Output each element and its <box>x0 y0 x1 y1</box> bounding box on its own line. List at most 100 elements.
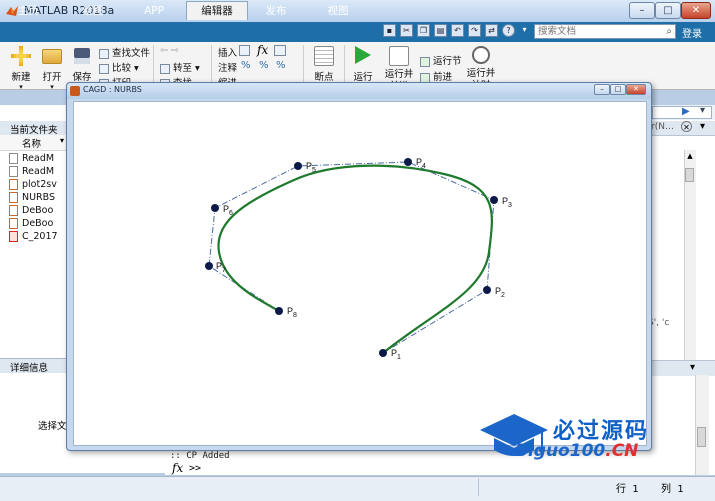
watermark-domain: Biguo100.CN <box>515 441 638 461</box>
panel-menu-icon[interactable]: ▾ <box>690 362 695 373</box>
open-dropdown-icon[interactable]: ▾ <box>37 83 67 91</box>
copy-icon[interactable]: ❐ <box>417 24 430 37</box>
list-item[interactable]: ReadM <box>22 166 54 178</box>
figure-minimize-button[interactable]: – <box>594 84 610 95</box>
control-point[interactable] <box>490 196 498 204</box>
minimize-button[interactable]: – <box>629 2 655 19</box>
sort-arrow-icon[interactable]: ▾ <box>60 136 64 145</box>
close-button[interactable]: ✕ <box>681 2 711 19</box>
compare-label: 比较 <box>112 63 132 74</box>
point-label-5: P5 <box>306 161 316 174</box>
run-section-button[interactable]: 运行节 <box>420 53 462 67</box>
point-labels: P1 P2 P3 P4 P5 P6 P7 P8 <box>216 157 512 361</box>
tab-publish[interactable]: 发布 <box>258 2 294 20</box>
comment-percent-icon[interactable]: % <box>241 60 251 71</box>
wrap-comments-icon[interactable]: % <box>276 60 286 71</box>
command-prompt[interactable]: >> <box>189 463 201 474</box>
m-file-icon <box>9 192 18 203</box>
fx-icon[interactable]: fx <box>172 461 183 475</box>
scrollbar-thumb[interactable] <box>685 168 694 182</box>
column-header: 名称 ▾ <box>0 135 72 151</box>
undo-icon[interactable]: ↶ <box>451 24 464 37</box>
find-files-icon <box>99 48 109 59</box>
new-button[interactable]: 新建 ▾ <box>6 46 36 91</box>
list-item[interactable]: DeBoo <box>22 218 53 230</box>
ribbon-separator <box>303 45 304 85</box>
control-point[interactable] <box>205 262 213 270</box>
path-go-icon[interactable]: ▶ <box>682 106 690 117</box>
tab-apps[interactable]: APP <box>136 2 172 20</box>
help-icon[interactable]: ? <box>502 24 515 37</box>
row-value: 1 <box>632 484 639 495</box>
point-label-3: P3 <box>502 196 512 209</box>
paste-icon[interactable]: ▤ <box>434 24 447 37</box>
goto-button[interactable]: 转至 ▾ <box>160 60 200 74</box>
search-box[interactable]: ⌕ <box>534 24 676 39</box>
breakpoints-button[interactable]: 断点 <box>308 46 340 83</box>
run-section-label: 运行节 <box>433 56 462 67</box>
nav-back-button[interactable]: ⇦ ⇨ <box>160 45 179 56</box>
path-dropdown-icon[interactable]: ▾ <box>700 105 705 116</box>
tab-plots[interactable]: 绘图 <box>75 2 111 20</box>
panel-close-icon[interactable]: ✕ <box>681 121 692 132</box>
row-label: 行 <box>616 484 626 495</box>
figure-maximize-button[interactable]: □ <box>610 84 626 95</box>
uncomment-icon[interactable]: % <box>259 60 269 71</box>
figure-close-button[interactable]: ✕ <box>626 84 646 95</box>
insert-function-icon[interactable] <box>274 45 286 56</box>
run-advance-button[interactable]: 运行并前进 <box>383 46 415 86</box>
ribbon-separator <box>344 45 345 85</box>
redo-icon[interactable]: ↷ <box>468 24 481 37</box>
pdf-file-icon <box>9 231 18 242</box>
control-point[interactable] <box>294 162 302 170</box>
switch-windows-icon[interactable]: ⇄ <box>485 24 498 37</box>
figure-window[interactable]: CAGD : NURBS – □ ✕ P1 P2 P3 P4 P5 P6 P7 … <box>66 82 652 451</box>
scrollbar[interactable] <box>695 375 709 475</box>
run-time-button[interactable]: 运行并计时 <box>465 46 497 86</box>
figure-title-bar[interactable]: CAGD : NURBS – □ ✕ <box>67 83 651 99</box>
tab-home[interactable]: 主页 <box>10 2 46 20</box>
nurbs-plot[interactable]: P1 P2 P3 P4 P5 P6 P7 P8 <box>74 102 646 445</box>
qat-dropdown-icon[interactable]: ▾ <box>518 24 531 37</box>
tab-view[interactable]: 视图 <box>320 2 356 20</box>
list-item[interactable]: C_2017 <box>22 231 58 243</box>
save-button[interactable]: 保存 <box>68 46 96 83</box>
control-point[interactable] <box>211 204 219 212</box>
column-indicator: 列 1 <box>661 480 684 495</box>
insert-section-icon[interactable] <box>239 45 250 56</box>
search-input[interactable] <box>538 25 656 38</box>
compare-button[interactable]: 比较 ▾ <box>99 60 139 74</box>
tab-editor[interactable]: 编辑器 <box>186 1 248 20</box>
comment-button[interactable]: 注释 <box>218 60 237 74</box>
open-button[interactable]: 打开 ▾ <box>37 46 67 91</box>
maximize-button[interactable]: □ <box>655 2 681 19</box>
control-point[interactable] <box>483 286 491 294</box>
search-icon[interactable]: ⌕ <box>666 26 672 37</box>
control-point[interactable] <box>404 158 412 166</box>
run-button[interactable]: 运行 <box>348 46 378 83</box>
panel-header: ▾ <box>648 360 715 376</box>
advance-icon <box>420 72 430 83</box>
list-item[interactable]: plot2sv <box>22 179 57 191</box>
list-item[interactable]: DeBoo <box>22 205 53 217</box>
list-item[interactable]: NURBS <box>22 192 55 204</box>
fx-insert-icon[interactable]: fx <box>257 43 268 57</box>
new-dropdown-icon[interactable]: ▾ <box>6 83 36 91</box>
insert-button[interactable]: 插入 <box>218 45 237 59</box>
breakpoints-icon <box>314 46 334 66</box>
status-message-area <box>0 478 479 496</box>
name-column-header[interactable]: 名称 <box>22 136 41 150</box>
control-point[interactable] <box>275 307 283 315</box>
point-label-6: P6 <box>223 204 233 217</box>
panel-menu-icon[interactable]: ▾ <box>700 121 705 132</box>
cut-icon[interactable]: ✂ <box>400 24 413 37</box>
scroll-up-icon[interactable]: ▲ <box>686 152 694 160</box>
list-item[interactable]: ReadM <box>22 153 54 165</box>
control-point[interactable] <box>379 349 387 357</box>
figure-canvas[interactable]: P1 P2 P3 P4 P5 P6 P7 P8 <box>73 101 647 446</box>
scrollbar-thumb[interactable] <box>697 427 706 447</box>
save-quick-icon[interactable]: ▪ <box>383 24 396 37</box>
find-files-button[interactable]: 查找文件 <box>99 45 150 59</box>
advance-button[interactable]: 前进 <box>420 69 452 83</box>
login-link[interactable]: 登录 <box>682 25 702 40</box>
